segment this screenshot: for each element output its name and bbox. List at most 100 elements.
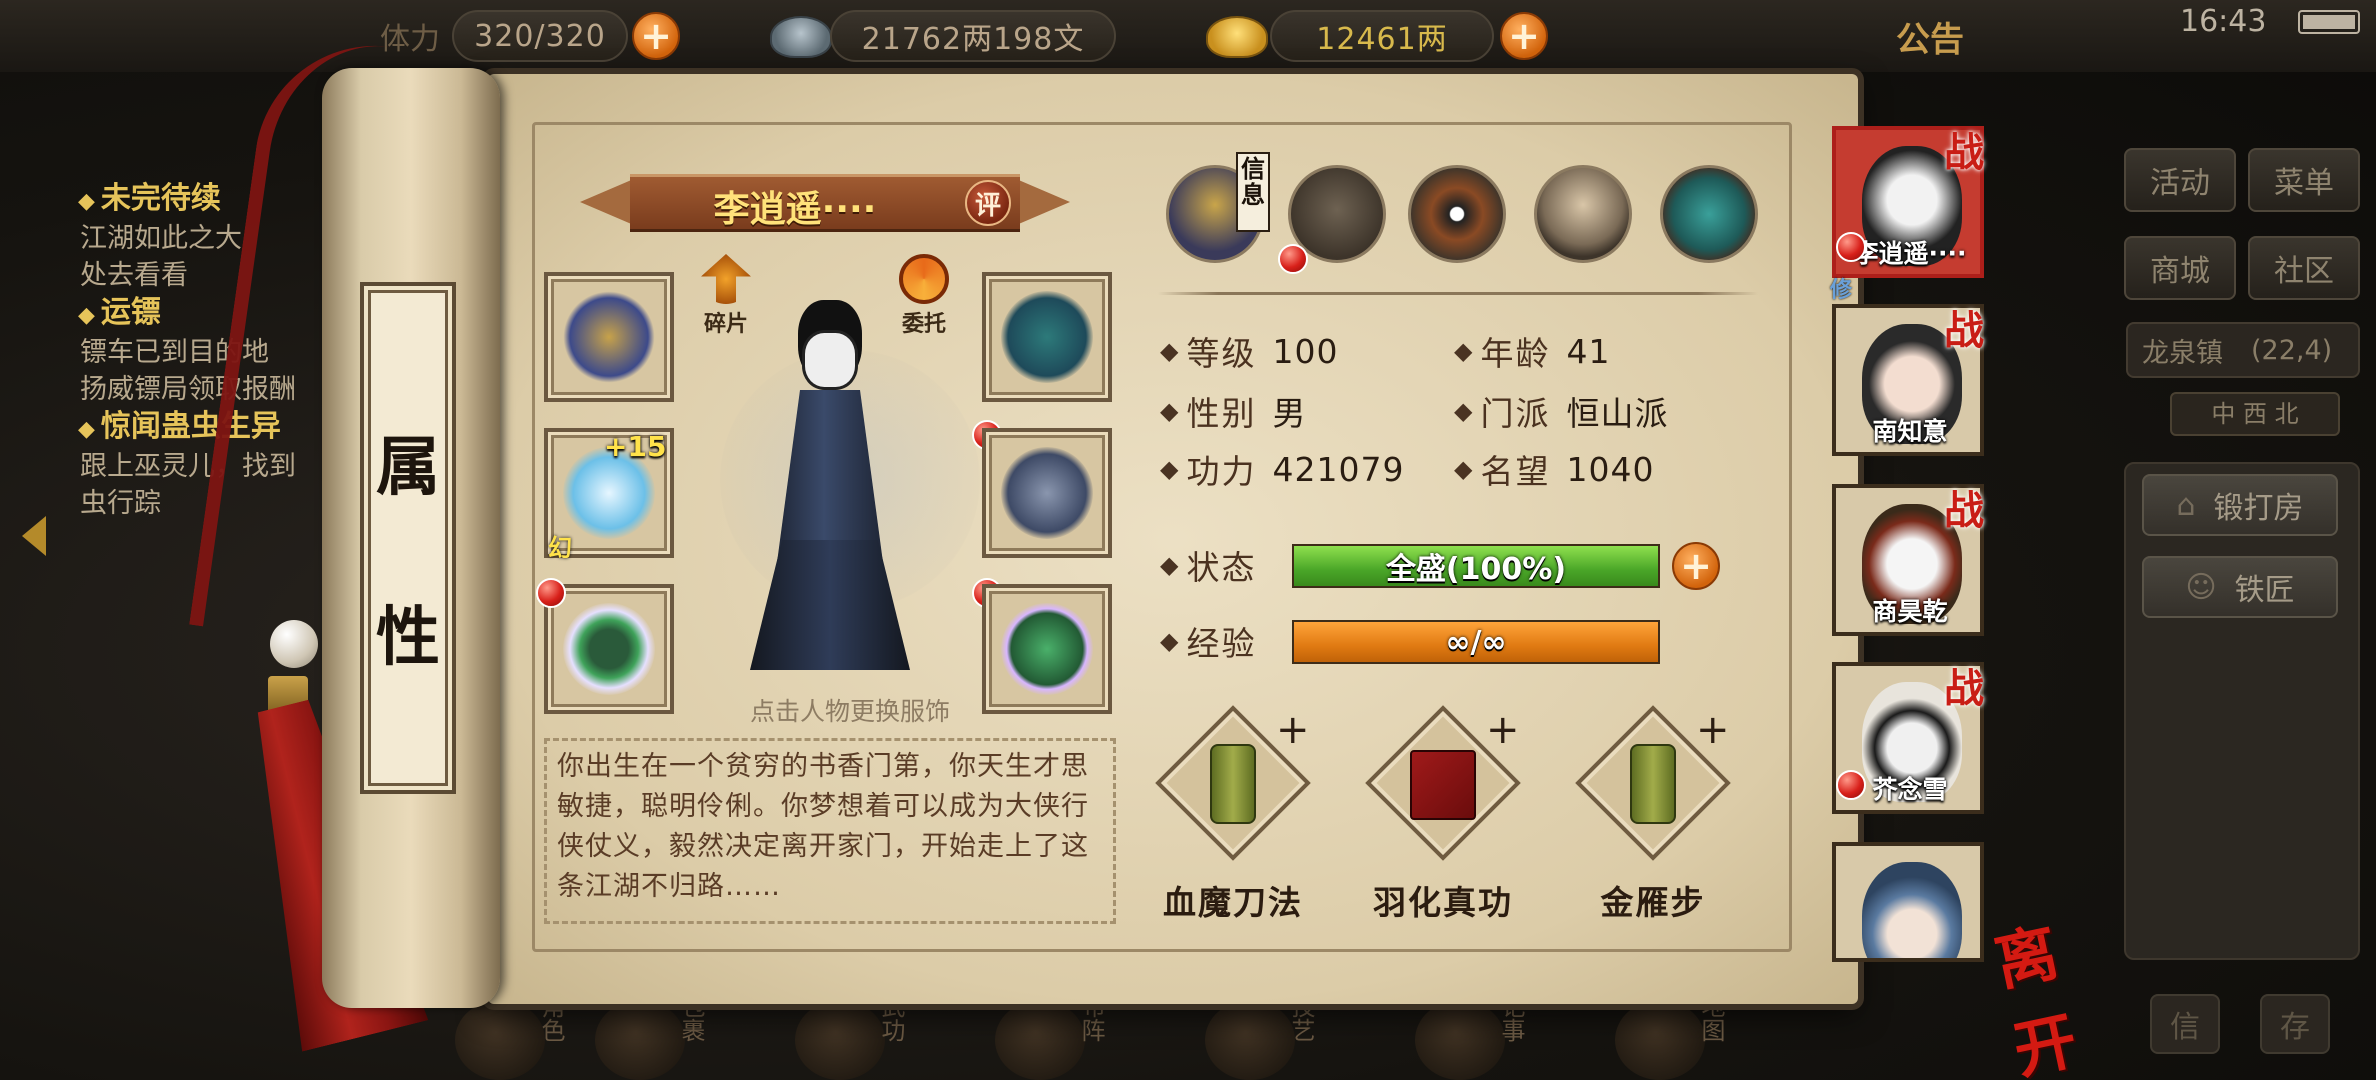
equip-slot-hat[interactable] xyxy=(982,272,1112,402)
house-icon: ⌂ xyxy=(2176,487,2196,523)
compass-bar: 中 西 北 xyxy=(2170,392,2340,436)
divider-line xyxy=(1158,292,1758,295)
diamond-icon: ◆ xyxy=(1160,627,1179,655)
notice-button[interactable]: 公告 xyxy=(1896,12,1964,61)
map-icon xyxy=(1615,1000,1705,1080)
jade-ring-icon xyxy=(563,603,655,695)
skill-plus-button[interactable]: + xyxy=(1486,710,1520,750)
cauldron-icon xyxy=(1205,1000,1295,1080)
stat-level: ◆ 等级 100 xyxy=(1160,331,1339,374)
npc-panel xyxy=(2124,462,2360,960)
skill-plus-button[interactable]: + xyxy=(1276,710,1310,750)
skill-name: 血魔刀法 xyxy=(1163,883,1303,922)
enhance-level: +15 xyxy=(604,430,667,463)
clock: 16:43 xyxy=(2180,4,2267,39)
collapse-quest-arrow-icon[interactable] xyxy=(22,516,46,556)
diamond-icon: ◆ xyxy=(1160,455,1179,483)
diamond-icon: ◆ xyxy=(1454,337,1473,365)
diamond-icon: ◆ xyxy=(1160,551,1179,579)
role-icon xyxy=(455,1000,545,1080)
skill-name: 金雁步 xyxy=(1600,883,1706,922)
notification-dot xyxy=(1836,232,1866,262)
scroll-icon xyxy=(1630,744,1676,824)
skill-slot-internal[interactable]: + 羽化真功 xyxy=(1358,705,1528,922)
notification-dot xyxy=(1278,244,1308,274)
change-outfit-hint: 点击人物更换服饰 xyxy=(749,697,950,726)
add-gold-button[interactable]: + xyxy=(1500,12,1548,60)
notification-dot xyxy=(536,578,566,608)
mask-icon xyxy=(802,330,858,390)
diamond-icon: ◆ xyxy=(78,189,95,214)
scroll-label-char: 性 xyxy=(376,600,440,675)
meridian-body-icon[interactable] xyxy=(1534,165,1632,263)
skill-slot-movement[interactable]: + 金雁步 xyxy=(1568,705,1738,922)
info-tag[interactable]: 信息 xyxy=(1236,152,1270,232)
stat-sect: ◆ 门派 恒山派 xyxy=(1454,394,1669,433)
character-model[interactable] xyxy=(740,300,920,680)
status-text: 全盛(100%) xyxy=(1385,552,1567,587)
menu-button[interactable]: 菜单 xyxy=(2248,148,2360,212)
battle-badge: 战 xyxy=(1944,487,1984,534)
battery-icon xyxy=(2298,10,2360,34)
mail-button[interactable]: 信 xyxy=(2150,994,2220,1054)
jade-pendant-icon xyxy=(1001,603,1093,695)
equip-slot-ring[interactable] xyxy=(544,584,674,714)
banner-left-tip xyxy=(580,178,636,226)
compass-icon[interactable] xyxy=(1660,165,1758,263)
restore-status-button[interactable]: + xyxy=(1672,542,1720,590)
equip-slot-gloves[interactable] xyxy=(544,272,674,402)
stamina-value: 320/320 xyxy=(452,10,628,62)
scroll-label: 属 性 xyxy=(360,282,456,794)
rate-button[interactable]: 评 xyxy=(965,180,1011,226)
save-button[interactable]: 存 xyxy=(2260,994,2330,1054)
diamond-icon: ◆ xyxy=(1160,397,1179,425)
bagua-icon xyxy=(995,1000,1085,1080)
gold-value: 12461两 xyxy=(1270,10,1494,62)
notification-dot xyxy=(1836,770,1866,800)
forge-house-button[interactable]: ⌂ 锻打房 xyxy=(2142,474,2338,536)
stat-fame: ◆ 名望 1040 xyxy=(1454,449,1655,492)
character-bio: 你出生在一个贫穷的书香门第，你天生才思敏捷，聪明伶俐。你梦想着可以成为大侠行侠仗… xyxy=(544,738,1116,924)
book-icon xyxy=(1410,750,1476,820)
blacksmith-button[interactable]: ☺ 铁匠 xyxy=(2142,556,2338,618)
refresh-icon xyxy=(899,254,949,304)
battle-badge: 战 xyxy=(1944,665,1984,712)
battle-badge: 战 xyxy=(1944,307,1984,354)
status-label: ◆ 状态 xyxy=(1160,548,1257,587)
community-button[interactable]: 社区 xyxy=(2248,236,2360,300)
location-name: 龙泉镇 xyxy=(2142,337,2223,369)
bag-icon xyxy=(595,1000,685,1080)
diamond-icon: ◆ xyxy=(1454,397,1473,425)
party-member-name: 南知意 xyxy=(1872,417,1948,446)
journal-icon xyxy=(1415,1000,1505,1080)
equip-slot-accessory[interactable] xyxy=(982,584,1112,714)
armor-icon xyxy=(1001,447,1093,539)
bagua-icon[interactable] xyxy=(1408,165,1506,263)
character-name: 李逍遥···· xyxy=(713,189,877,230)
leave-button[interactable]: 离开 xyxy=(1986,892,2116,1080)
party-member-name: 商昊乾 xyxy=(1872,597,1948,626)
shop-button[interactable]: 商城 xyxy=(2124,236,2236,300)
location-display: 龙泉镇 (22,4) xyxy=(2126,322,2360,378)
illusion-tag: 幻 xyxy=(548,534,572,562)
party-member[interactable] xyxy=(1832,842,1984,962)
helmet-icon xyxy=(1001,291,1093,383)
diamond-icon: ◆ xyxy=(1454,455,1473,483)
arrow-up-icon xyxy=(701,254,751,304)
silver-icon xyxy=(770,16,832,58)
name-banner: 李逍遥···· 评 xyxy=(570,168,1080,238)
exp-bar-track: ∞/∞ xyxy=(1292,620,1660,664)
battle-badge: 战 xyxy=(1944,129,1984,176)
person-icon: ☺ xyxy=(2185,569,2217,605)
add-stamina-button[interactable]: + xyxy=(632,12,680,60)
status-bar-track: 全盛(100%) xyxy=(1292,544,1660,588)
activity-button[interactable]: 活动 xyxy=(2124,148,2236,212)
diamond-icon: ◆ xyxy=(78,417,95,442)
skill-slot-blade[interactable]: + 血魔刀法 xyxy=(1148,705,1318,922)
game-screen: 体力 320/320 + 21762两198文 12461两 + 公告 16:4… xyxy=(0,0,2376,1080)
equip-slot-armor[interactable] xyxy=(982,428,1112,558)
gold-ingot-icon xyxy=(1206,16,1268,58)
gauntlet-icon xyxy=(563,291,655,383)
skill-plus-button[interactable]: + xyxy=(1696,710,1730,750)
skill-name: 羽化真功 xyxy=(1373,883,1513,922)
